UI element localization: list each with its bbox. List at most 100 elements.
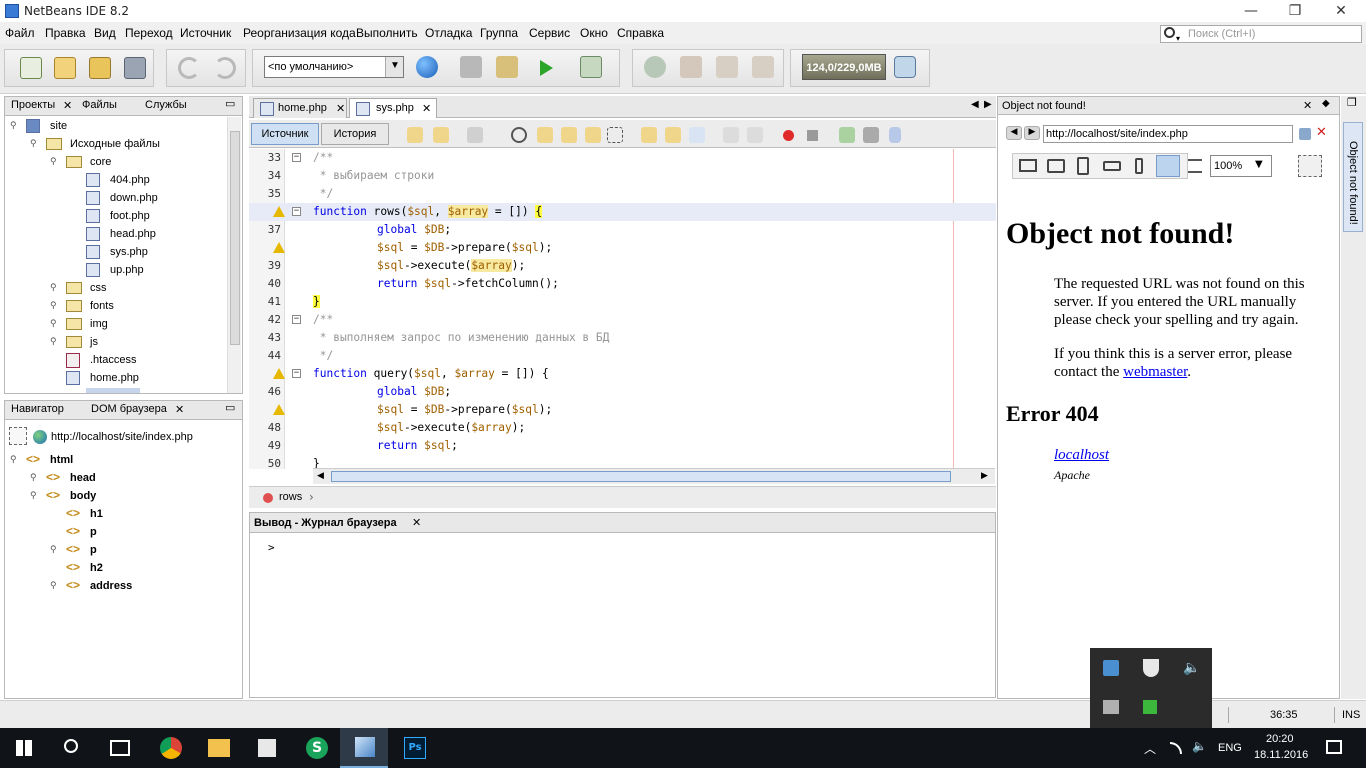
- toggle-highlight-icon[interactable]: [585, 127, 601, 143]
- close-dom-tab-icon[interactable]: ✕: [175, 403, 184, 416]
- netbeans-app[interactable]: [340, 728, 388, 768]
- warning-icon[interactable]: [273, 242, 285, 253]
- code-line[interactable]: 49 return $sql;: [249, 437, 996, 455]
- fold-toggle-icon[interactable]: −: [292, 315, 301, 324]
- warning-icon[interactable]: [273, 206, 285, 217]
- code-line[interactable]: 46 global $DB;: [249, 383, 996, 401]
- tree-item-partial[interactable]: [86, 388, 140, 393]
- store-app[interactable]: [242, 728, 290, 768]
- menu-source[interactable]: Источник: [180, 26, 231, 40]
- find-previous-icon[interactable]: [537, 127, 553, 143]
- device-app-icon[interactable]: [1103, 700, 1119, 714]
- menu-refactor[interactable]: Реорганизация кода: [243, 26, 356, 40]
- tab-navigator[interactable]: Навигатор: [11, 403, 64, 415]
- code-line[interactable]: $sql = $DB->prepare($sql);: [249, 239, 996, 257]
- inspect-mode-icon[interactable]: [1298, 155, 1322, 177]
- close-tab-icon[interactable]: ✕: [422, 102, 431, 115]
- close-window-button[interactable]: ✕: [1318, 0, 1364, 22]
- side-tab-object-not-found[interactable]: Object not found!: [1343, 122, 1363, 232]
- fold-toggle-icon[interactable]: −: [292, 369, 301, 378]
- stop-macro-icon[interactable]: [807, 130, 818, 141]
- input-language[interactable]: ENG: [1218, 742, 1242, 754]
- clock-date[interactable]: 18.11.2016: [1254, 749, 1308, 761]
- open-project-icon[interactable]: [89, 57, 111, 79]
- code-line[interactable]: $sql = $DB->prepare($sql);: [249, 401, 996, 419]
- code-line[interactable]: 40 return $sql->fetchColumn();: [249, 275, 996, 293]
- photoshop-app[interactable]: Ps: [390, 728, 438, 768]
- expand-toggle-icon[interactable]: ⚲: [10, 120, 17, 131]
- code-line[interactable]: 35 */: [249, 185, 996, 203]
- action-center-icon[interactable]: [1326, 740, 1342, 754]
- menu-run[interactable]: Выполнить: [356, 26, 418, 40]
- code-line[interactable]: − function query($sql, $array = []) {: [249, 365, 996, 383]
- forward-icon[interactable]: [467, 127, 483, 143]
- phone-landscape-icon[interactable]: [1103, 161, 1121, 171]
- network-app-icon[interactable]: [1103, 660, 1119, 676]
- pause-icon[interactable]: [644, 56, 666, 78]
- tab-history[interactable]: История: [321, 123, 389, 145]
- tab-services[interactable]: Службы: [145, 99, 187, 111]
- browser-menu-icon[interactable]: ◆: [1322, 98, 1330, 109]
- expand-toggle-icon[interactable]: ⚲: [50, 318, 57, 329]
- profiler-icon[interactable]: [894, 56, 916, 78]
- minimize-panel-icon[interactable]: ▭: [225, 97, 235, 110]
- previous-bookmark-icon[interactable]: [641, 127, 657, 143]
- code-line[interactable]: − function rows($sql, $array = []) {: [249, 203, 996, 221]
- tab-sys-php[interactable]: sys.php ✕: [349, 98, 437, 118]
- minimize-panel-icon[interactable]: ▭: [225, 401, 235, 414]
- code-line[interactable]: 42 − /**: [249, 311, 996, 329]
- code-line[interactable]: 37 global $DB;: [249, 221, 996, 239]
- code-line[interactable]: 48 $sql->execute($array);: [249, 419, 996, 437]
- code-line[interactable]: 41}: [249, 293, 996, 311]
- tray-overflow-chevron-icon[interactable]: ︿: [1144, 740, 1156, 757]
- green-flag-icon[interactable]: [1143, 700, 1157, 714]
- code-line[interactable]: 39 $sql->execute($array);: [249, 257, 996, 275]
- back-icon[interactable]: [433, 127, 449, 143]
- menu-tools[interactable]: Сервис: [529, 26, 570, 40]
- browser-back-icon[interactable]: ◀: [1006, 126, 1022, 140]
- chrome-app[interactable]: [146, 728, 194, 768]
- find-next-icon[interactable]: [561, 127, 577, 143]
- browser-url-input[interactable]: http://localhost/site/index.php: [1043, 125, 1293, 143]
- code-line[interactable]: 44 */: [249, 347, 996, 365]
- menu-edit[interactable]: Правка: [45, 26, 86, 40]
- clock-time[interactable]: 20:20: [1266, 733, 1294, 745]
- tab-source[interactable]: Источник: [251, 123, 319, 145]
- volume-icon[interactable]: 🔈: [1183, 660, 1200, 676]
- fold-toggle-icon[interactable]: −: [292, 153, 301, 162]
- start-macro-icon[interactable]: [783, 130, 794, 141]
- shift-left-icon[interactable]: [723, 127, 739, 143]
- webmaster-link[interactable]: webmaster: [1123, 364, 1187, 380]
- code-line[interactable]: 33 − /**: [249, 149, 996, 167]
- scroll-tabs-left-icon[interactable]: ◀: [971, 99, 979, 110]
- breadcrumb[interactable]: rows: [279, 491, 302, 503]
- skype-app[interactable]: S: [292, 728, 340, 768]
- projects-scrollbar[interactable]: [227, 117, 241, 393]
- tab-home-php[interactable]: home.php ✕: [253, 98, 347, 118]
- scroll-left-icon[interactable]: ◀: [317, 471, 324, 481]
- localhost-link[interactable]: localhost: [1054, 447, 1109, 464]
- save-all-icon[interactable]: [124, 57, 146, 79]
- expand-toggle-icon[interactable]: ⚲: [10, 454, 17, 465]
- tab-dom-browser[interactable]: DOM браузера: [91, 403, 167, 415]
- wifi-icon[interactable]: [1170, 742, 1182, 754]
- browser-tab-title[interactable]: Object not found!: [1002, 100, 1086, 112]
- close-projects-tab-icon[interactable]: ✕: [63, 99, 72, 112]
- close-tab-icon[interactable]: ✕: [336, 102, 345, 115]
- expand-toggle-icon[interactable]: ⚲: [50, 580, 57, 591]
- memory-usage[interactable]: 124,0/229,0MB: [802, 54, 886, 80]
- shift-right-icon[interactable]: [747, 127, 763, 143]
- zoom-select[interactable]: 100% ▼: [1210, 155, 1272, 177]
- maximize-button[interactable]: ❐: [1272, 0, 1318, 22]
- minimize-button[interactable]: —: [1228, 0, 1274, 22]
- browser-forward-icon[interactable]: ▶: [1024, 126, 1040, 140]
- tablet-portrait-icon[interactable]: [1077, 157, 1089, 175]
- tablet-landscape-icon[interactable]: [1047, 159, 1065, 173]
- reload-icon[interactable]: [1299, 128, 1311, 140]
- toggle-rect-select-icon[interactable]: [607, 127, 623, 143]
- desktop-icon[interactable]: [1019, 159, 1037, 172]
- warning-icon[interactable]: [273, 368, 285, 379]
- debug-project-icon[interactable]: [580, 56, 602, 78]
- explorer-app[interactable]: [194, 728, 242, 768]
- scrollbar-thumb[interactable]: [331, 471, 951, 482]
